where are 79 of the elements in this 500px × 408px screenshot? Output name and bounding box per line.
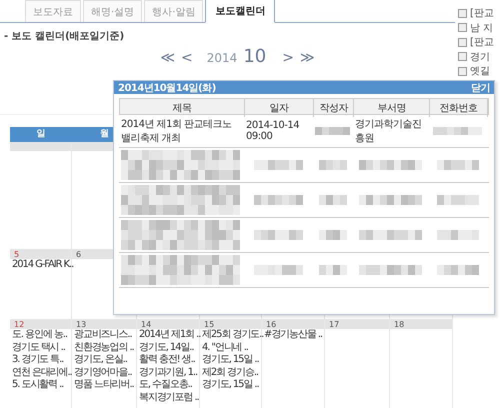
event-link[interactable]: 복지경기포럼 .. xyxy=(137,392,199,404)
previous-button[interactable]: < xyxy=(181,50,193,66)
date-number: 13 xyxy=(76,320,86,329)
event-link[interactable]: 경기도, 온실.. xyxy=(72,354,127,366)
event-link[interactable]: 광교비즈니스.. xyxy=(72,329,132,342)
date-number: 16 xyxy=(266,320,276,329)
list-bullet-icon xyxy=(458,8,467,18)
date-number: 18 xyxy=(394,320,404,329)
event-link[interactable]: 제25회 경기도.. xyxy=(200,329,264,342)
blurred-text xyxy=(318,160,346,170)
blurred-text xyxy=(436,230,478,240)
first-page-button[interactable]: ≪ xyxy=(160,50,176,66)
column-header: 제목 xyxy=(120,99,245,117)
blurred-text xyxy=(436,195,478,205)
blurred-text xyxy=(254,195,302,205)
event-link[interactable]: 도. 용인에 농.. xyxy=(10,329,67,342)
blurred-text xyxy=(318,230,346,240)
event-link[interactable]: 경기도, 15일 .. xyxy=(200,354,259,366)
column-header: 부서명 xyxy=(354,99,430,117)
event-link[interactable]: 2014 G-FAIR K.. xyxy=(10,259,74,272)
last-page-button[interactable]: ≫ xyxy=(300,50,315,66)
year-label: 2014 xyxy=(206,51,238,65)
news-link[interactable]: [판교 xyxy=(470,35,494,50)
list-bullet-icon xyxy=(458,66,467,76)
date-number: 17 xyxy=(329,320,340,329)
section-subtitle: - 보도 캘린더(배포일기준) xyxy=(4,30,126,43)
blurred-text xyxy=(359,160,422,170)
event-link[interactable]: 활력 충전! 생.. xyxy=(137,354,195,366)
date-number: 6 xyxy=(76,250,82,259)
blurred-text xyxy=(318,195,346,205)
event-link[interactable]: 경기영어마을.. xyxy=(72,366,132,379)
blurred-text xyxy=(254,160,302,170)
event-link[interactable]: 연천 은대리에.. xyxy=(10,366,72,379)
news-link[interactable]: [판교 xyxy=(470,6,494,20)
blurred-text xyxy=(318,265,346,275)
month-label: 10 xyxy=(243,46,266,67)
table-cell[interactable]: 2014년 제1회 판교테크노밸리축제 개최 xyxy=(119,115,244,147)
event-link[interactable]: 경기도, 14일.. xyxy=(137,342,194,354)
event-link[interactable]: 3. 경기도 특.. xyxy=(10,354,64,366)
date-number: 14 xyxy=(141,320,152,329)
event-link[interactable]: 경기도 택시 .. xyxy=(10,342,65,354)
next-button[interactable]: > xyxy=(282,50,294,66)
blurred-text xyxy=(436,160,478,170)
blurred-text xyxy=(433,127,482,135)
event-link[interactable]: 명품 느타리버.. xyxy=(72,379,134,392)
column-header: 전화번호 xyxy=(430,99,488,117)
date-number: 12 xyxy=(14,320,24,329)
list-bullet-icon xyxy=(458,23,467,32)
list-bullet-icon xyxy=(458,52,467,62)
event-link[interactable]: #경기농산물 .. xyxy=(262,329,322,342)
news-link[interactable]: 옛길 xyxy=(470,64,490,78)
blurred-text xyxy=(254,265,302,275)
date-number: 15 xyxy=(204,320,214,329)
event-link[interactable]: 경기과기원, 1.. xyxy=(137,366,198,379)
news-link[interactable]: 경기 xyxy=(470,50,490,64)
event-link[interactable]: 2014년 제1회 .. xyxy=(137,329,200,342)
event-link[interactable]: 4. "언니네 .. xyxy=(200,342,248,354)
event-link[interactable]: 친환경농업의 .. xyxy=(72,342,134,354)
news-link[interactable]: 남 지 xyxy=(470,20,494,35)
tab[interactable]: 보도캘린더 xyxy=(205,0,276,23)
weekday-label: 일 xyxy=(36,129,46,139)
date-number: 5 xyxy=(14,250,20,259)
blurred-text xyxy=(254,230,302,240)
event-link[interactable]: 경기도, 15일 .. xyxy=(200,379,259,392)
event-link[interactable]: 도, 수질오총.. xyxy=(137,379,192,392)
weekday-label: 월 xyxy=(100,129,109,139)
blurred-text xyxy=(315,127,350,135)
event-link[interactable]: 5. 도시활력 .. xyxy=(10,379,64,392)
list-bullet-icon xyxy=(458,38,467,47)
table-cell-text: 2014-10-14 09:00 xyxy=(245,119,300,144)
table-cell-text: 경기과학기술진흥원 xyxy=(354,118,422,146)
column-header: 일자 xyxy=(245,99,314,117)
blurred-text xyxy=(436,265,478,275)
column-header: 작성자 xyxy=(314,99,354,117)
blurred-text xyxy=(359,230,422,240)
event-link[interactable]: 제2회 경기승.. xyxy=(200,366,258,379)
blurred-text xyxy=(359,265,422,275)
blurred-text xyxy=(359,195,422,205)
popup-title: 2014년10월14일(화) xyxy=(118,82,216,94)
